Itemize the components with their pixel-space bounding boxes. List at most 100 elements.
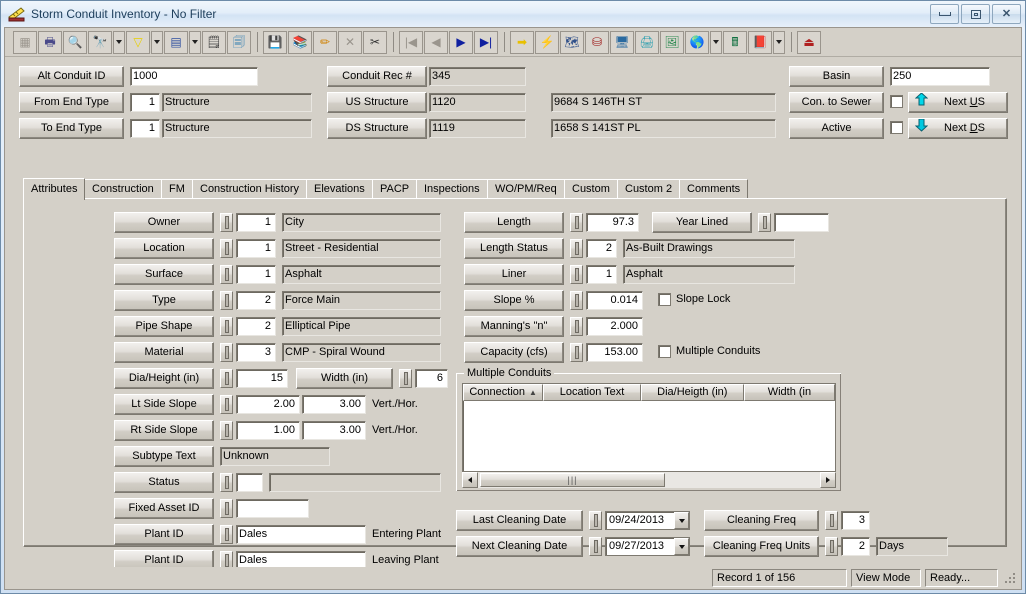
- active-button[interactable]: Active: [789, 118, 884, 139]
- to-end-type-code-field[interactable]: 1: [130, 119, 160, 138]
- next-cleaning-date-button[interactable]: Next Cleaning Date: [456, 536, 583, 557]
- cleaning-freq-units-button[interactable]: Cleaning Freq Units: [704, 536, 819, 557]
- surface-lookup-icon[interactable]: [220, 265, 233, 284]
- cleaning-freq-units-lookup-icon[interactable]: [825, 537, 838, 556]
- year-lined-button[interactable]: Year Lined: [652, 212, 752, 233]
- tab-comments[interactable]: Comments: [679, 179, 749, 199]
- map-view-icon[interactable]: 🖥: [610, 30, 634, 54]
- capacity-field[interactable]: 153.00: [586, 343, 643, 362]
- alt-conduit-id-field[interactable]: 1000: [130, 67, 258, 86]
- plant-id-entering-field[interactable]: Dales: [236, 525, 366, 544]
- lt-side-slope-hor-field[interactable]: 3.00: [302, 395, 366, 414]
- slope-lookup-icon[interactable]: [570, 291, 583, 310]
- print-preview-icon[interactable]: 🔍: [63, 30, 87, 54]
- plant-id-entering-button[interactable]: Plant ID: [114, 524, 214, 545]
- length-lookup-icon[interactable]: [570, 213, 583, 232]
- mannings-n-field[interactable]: 2.000: [586, 317, 643, 336]
- mannings-n-button[interactable]: Manning's "n": [464, 316, 564, 337]
- tab-fm[interactable]: FM: [161, 179, 193, 199]
- last-record-icon[interactable]: ▶|: [474, 30, 498, 54]
- print-icon[interactable]: 🖶: [38, 30, 62, 54]
- minimize-button[interactable]: [930, 4, 959, 24]
- last-cleaning-lookup-icon[interactable]: [589, 511, 602, 530]
- tree-view-icon[interactable]: ⛁: [585, 30, 609, 54]
- material-code-field[interactable]: 3: [236, 343, 276, 362]
- rt-side-slope-button[interactable]: Rt Side Slope: [114, 420, 214, 441]
- filter-dropdown-arrow[interactable]: [151, 30, 163, 54]
- rt-side-slope-vert-field[interactable]: 1.00: [236, 421, 300, 440]
- multiple-conduits-hscrollbar[interactable]: |||: [462, 472, 836, 488]
- lt-side-slope-button[interactable]: Lt Side Slope: [114, 394, 214, 415]
- length-status-lookup-icon[interactable]: [570, 239, 583, 258]
- liner-code-field[interactable]: 1: [586, 265, 617, 284]
- length-status-button[interactable]: Length Status: [464, 238, 564, 259]
- cut-icon[interactable]: ✂: [363, 30, 387, 54]
- alt-conduit-id-button[interactable]: Alt Conduit ID: [19, 66, 124, 87]
- close-button[interactable]: ✕: [992, 4, 1021, 24]
- next-ds-button[interactable]: Next DS: [908, 118, 1008, 139]
- from-end-type-code-field[interactable]: 1: [130, 93, 160, 112]
- year-lined-lookup-icon[interactable]: [758, 213, 771, 232]
- chevron-down-icon[interactable]: [674, 512, 689, 529]
- fax-icon[interactable]: 🖨: [635, 30, 659, 54]
- slope-percent-button[interactable]: Slope %: [464, 290, 564, 311]
- tab-inspections[interactable]: Inspections: [416, 179, 488, 199]
- lt-side-slope-vert-field[interactable]: 2.00: [236, 395, 300, 414]
- length-button[interactable]: Length: [464, 212, 564, 233]
- owner-code-field[interactable]: 1: [236, 213, 276, 232]
- location-lookup-icon[interactable]: [220, 239, 233, 258]
- surface-code-field[interactable]: 1: [236, 265, 276, 284]
- length-field[interactable]: 97.3: [586, 213, 639, 232]
- new-record-icon[interactable]: 📚: [288, 30, 312, 54]
- lightning-icon[interactable]: ⚡: [535, 30, 559, 54]
- width-field[interactable]: 6: [415, 369, 448, 388]
- grid-column-header[interactable]: Dia/Heigth (in): [640, 384, 744, 401]
- pipe-shape-code-field[interactable]: 2: [236, 317, 276, 336]
- tab-construction-history[interactable]: Construction History: [192, 179, 308, 199]
- tab-pacp[interactable]: PACP: [372, 179, 418, 199]
- slope-lock-checkbox[interactable]: [658, 293, 671, 306]
- pipe-shape-lookup-icon[interactable]: [220, 317, 233, 336]
- owner-lookup-icon[interactable]: [220, 213, 233, 232]
- cleaning-freq-button[interactable]: Cleaning Freq: [704, 510, 819, 531]
- copy-record-icon[interactable]: 🗐: [227, 30, 251, 54]
- globe-dropdown-arrow[interactable]: [710, 30, 722, 54]
- dia-height-button[interactable]: Dia/Height (in): [114, 368, 214, 389]
- us-structure-button[interactable]: US Structure: [327, 92, 427, 113]
- tab-attributes[interactable]: Attributes: [23, 178, 86, 200]
- resize-grip-icon[interactable]: [1003, 571, 1017, 585]
- subtype-text-button[interactable]: Subtype Text: [114, 446, 214, 467]
- goto-icon[interactable]: ➡: [510, 30, 534, 54]
- gis-icon[interactable]: 🖼: [660, 30, 684, 54]
- slope-percent-field[interactable]: 0.014: [586, 291, 643, 310]
- owner-button[interactable]: Owner: [114, 212, 214, 233]
- grid-column-header[interactable]: Width (in: [743, 384, 835, 401]
- active-checkbox[interactable]: [890, 121, 903, 134]
- globe-icon[interactable]: 🌎: [685, 30, 709, 54]
- workflow-icon[interactable]: 🗺: [560, 30, 584, 54]
- find-icon[interactable]: 🔭: [88, 30, 112, 54]
- basin-button[interactable]: Basin: [789, 66, 884, 87]
- cleaning-freq-field[interactable]: 3: [841, 511, 870, 530]
- filter-icon[interactable]: ▽: [126, 30, 150, 54]
- lt-side-slope-lookup-icon[interactable]: [220, 395, 233, 414]
- exit-icon[interactable]: ⏏: [797, 30, 821, 54]
- next-cleaning-date-combo[interactable]: 09/27/2013: [605, 537, 690, 556]
- status-button[interactable]: Status: [114, 472, 214, 493]
- fixed-asset-id-button[interactable]: Fixed Asset ID: [114, 498, 214, 519]
- last-cleaning-date-button[interactable]: Last Cleaning Date: [456, 510, 583, 531]
- scroll-left-button[interactable]: [462, 472, 478, 488]
- help-book-icon[interactable]: 📕: [748, 30, 772, 54]
- dia-height-field[interactable]: 15: [236, 369, 288, 388]
- cleaning-freq-units-code-field[interactable]: 2: [841, 537, 870, 556]
- last-cleaning-date-combo[interactable]: 09/24/2013: [605, 511, 690, 530]
- next-us-button[interactable]: Next US: [908, 92, 1008, 113]
- type-code-field[interactable]: 2: [236, 291, 276, 310]
- properties-icon[interactable]: 🗒: [202, 30, 226, 54]
- tab-construction[interactable]: Construction: [84, 179, 162, 199]
- multiple-conduits-grid[interactable]: Connection ▲ Location Text Dia/Heigth (in) W…: [462, 383, 836, 472]
- type-lookup-icon[interactable]: [220, 291, 233, 310]
- width-button[interactable]: Width (in): [296, 368, 393, 389]
- status-code-field[interactable]: [236, 473, 263, 492]
- capacity-button[interactable]: Capacity (cfs): [464, 342, 564, 363]
